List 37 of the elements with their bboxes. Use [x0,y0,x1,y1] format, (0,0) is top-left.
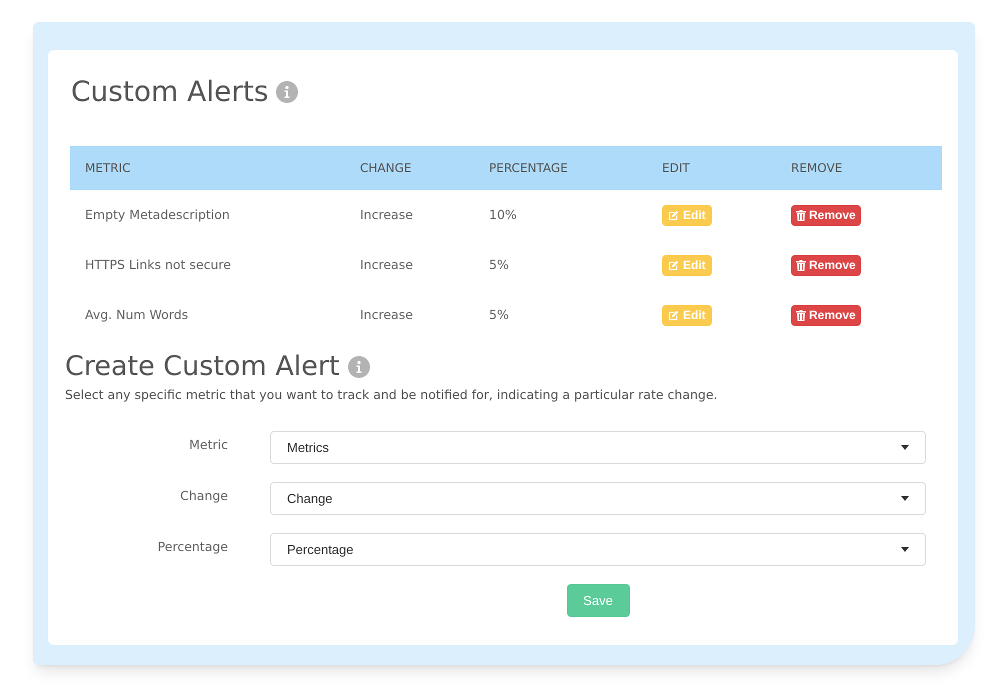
section-title: Create Custom Alert [65,352,340,382]
field-label: Metric [188,436,228,454]
field-label: Change [179,486,228,505]
dropdown-field[interactable]: Metrics [270,430,926,464]
trash-icon [796,310,806,320]
info-icon [276,81,298,103]
remove-button[interactable]: Remove [791,304,861,326]
metric-cell-text: Avg. Num Words [85,306,188,324]
dropdown-field[interactable]: Percentage [270,532,926,566]
column-header: REMOVE [791,160,842,177]
metric-cell-text: Empty Metadescription [85,206,230,224]
change-cell-text: Increase [360,206,413,224]
trash-icon [796,260,806,270]
percentage-cell-text: 5% [489,306,509,324]
section-description: Select any specific metric that you want to track and be notified for, indicating a particular rate change. [64,386,719,404]
edit-icon [668,210,679,220]
field-label: Percentage [156,538,228,556]
remove-button[interactable]: Remove [791,204,861,226]
column-header: CHANGE [360,160,412,177]
percentage-cell-text: 5% [489,256,509,274]
percentage-cell-text: 10% [489,206,517,224]
change-cell-text: Increase [360,306,413,324]
column-header: PERCENTAGE [489,160,568,177]
section-title: Custom Alerts [71,76,268,108]
trash-icon [796,210,806,220]
caret-icon [901,546,909,552]
info-icon [348,356,370,378]
edit-icon [668,310,679,320]
remove-button[interactable]: Remove [791,254,861,276]
column-header: METRIC [85,160,131,177]
caret-icon [901,444,909,450]
edit-icon [668,260,679,270]
dropdown-field[interactable]: Change [270,482,926,515]
change-cell-text: Increase [360,256,413,274]
column-header: EDIT [662,160,690,177]
metric-cell-text: HTTPS Links not secure [85,256,231,274]
caret-icon [901,496,909,501]
